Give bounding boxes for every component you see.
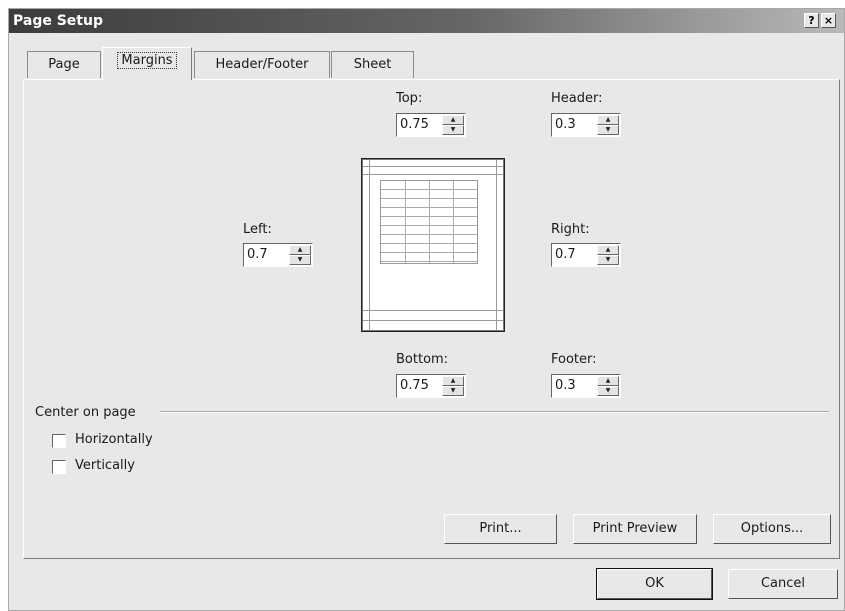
close-button[interactable]: ×: [821, 13, 836, 28]
right-spinner[interactable]: 0.7 ▲ ▼: [551, 243, 621, 267]
horizontally-label[interactable]: Horizontally: [75, 432, 153, 447]
title-bar: Page Setup ? ×: [9, 9, 844, 33]
footer-spinner[interactable]: 0.3 ▲ ▼: [551, 374, 621, 398]
tab-header-footer-label: Header/Footer: [215, 57, 309, 72]
right-value[interactable]: 0.7: [555, 247, 576, 262]
print-preview-button[interactable]: Print Preview: [573, 514, 697, 544]
tab-margins[interactable]: Margins: [102, 47, 192, 80]
tab-margins-label: Margins: [117, 52, 177, 69]
footer-guide: [363, 320, 503, 321]
spin-up-icon[interactable]: ▲: [442, 115, 464, 125]
left-margin-guide: [369, 160, 370, 330]
spin-down-icon[interactable]: ▼: [442, 125, 464, 135]
top-label: Top:: [396, 91, 423, 106]
bottom-spinner[interactable]: 0.75 ▲ ▼: [396, 374, 466, 398]
header-value[interactable]: 0.3: [555, 117, 576, 132]
print-button[interactable]: Print...: [444, 514, 557, 544]
spin-down-icon[interactable]: ▼: [442, 386, 464, 396]
left-value[interactable]: 0.7: [247, 247, 268, 262]
bottom-label: Bottom:: [396, 352, 449, 367]
options-button[interactable]: Options...: [713, 514, 831, 544]
spin-up-icon[interactable]: ▲: [597, 115, 619, 125]
top-margin-guide: [363, 174, 503, 175]
cancel-button[interactable]: Cancel: [728, 569, 838, 599]
header-guide: [363, 166, 503, 167]
spin-up-icon[interactable]: ▲: [289, 245, 311, 255]
top-value[interactable]: 0.75: [400, 117, 429, 132]
right-label: Right:: [551, 222, 590, 237]
vertically-checkbox[interactable]: [52, 460, 66, 474]
spin-up-icon[interactable]: ▲: [442, 376, 464, 386]
right-margin-guide: [496, 160, 497, 330]
bottom-margin-guide: [363, 310, 503, 311]
help-icon: ?: [808, 14, 815, 27]
tab-sheet[interactable]: Sheet: [331, 51, 414, 78]
left-label: Left:: [243, 222, 272, 237]
spin-up-icon[interactable]: ▲: [597, 245, 619, 255]
page-preview: [361, 158, 505, 332]
tab-page[interactable]: Page: [27, 51, 101, 78]
close-icon: ×: [823, 14, 834, 27]
ok-button[interactable]: OK: [596, 568, 713, 600]
header-label: Header:: [551, 91, 603, 106]
footer-label: Footer:: [551, 352, 597, 367]
spin-down-icon[interactable]: ▼: [289, 255, 311, 265]
vertically-label[interactable]: Vertically: [75, 458, 135, 473]
spin-down-icon[interactable]: ▼: [597, 125, 619, 135]
spin-down-icon[interactable]: ▼: [597, 386, 619, 396]
window-title: Page Setup: [13, 13, 103, 29]
sheet-grid-preview: [380, 180, 478, 264]
header-spinner[interactable]: 0.3 ▲ ▼: [551, 113, 621, 137]
top-spinner[interactable]: 0.75 ▲ ▼: [396, 113, 466, 137]
help-button[interactable]: ?: [804, 13, 819, 28]
center-on-page-label: Center on page: [35, 405, 142, 420]
tab-sheet-label: Sheet: [353, 57, 392, 72]
spin-down-icon[interactable]: ▼: [597, 255, 619, 265]
tab-page-label: Page: [48, 57, 80, 72]
group-divider: [160, 411, 829, 413]
horizontally-checkbox[interactable]: [52, 434, 66, 448]
left-spinner[interactable]: 0.7 ▲ ▼: [243, 243, 313, 267]
bottom-value[interactable]: 0.75: [400, 378, 429, 393]
spin-up-icon[interactable]: ▲: [597, 376, 619, 386]
tab-header-footer[interactable]: Header/Footer: [194, 51, 330, 78]
footer-value[interactable]: 0.3: [555, 378, 576, 393]
